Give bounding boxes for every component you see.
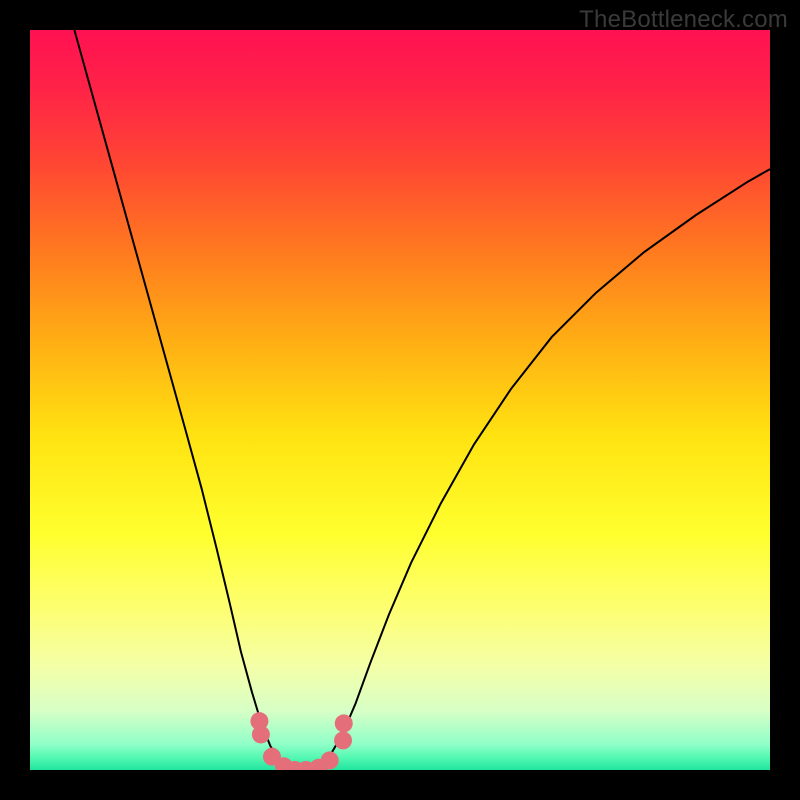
data-marker [252, 725, 270, 743]
data-marker [321, 751, 339, 769]
chart-svg [30, 30, 770, 770]
data-marker [335, 714, 353, 732]
watermark-text: TheBottleneck.com [579, 6, 788, 34]
chart-frame: TheBottleneck.com [0, 0, 800, 800]
gradient-background [30, 30, 770, 770]
data-marker [334, 731, 352, 749]
plot-area [30, 30, 770, 770]
